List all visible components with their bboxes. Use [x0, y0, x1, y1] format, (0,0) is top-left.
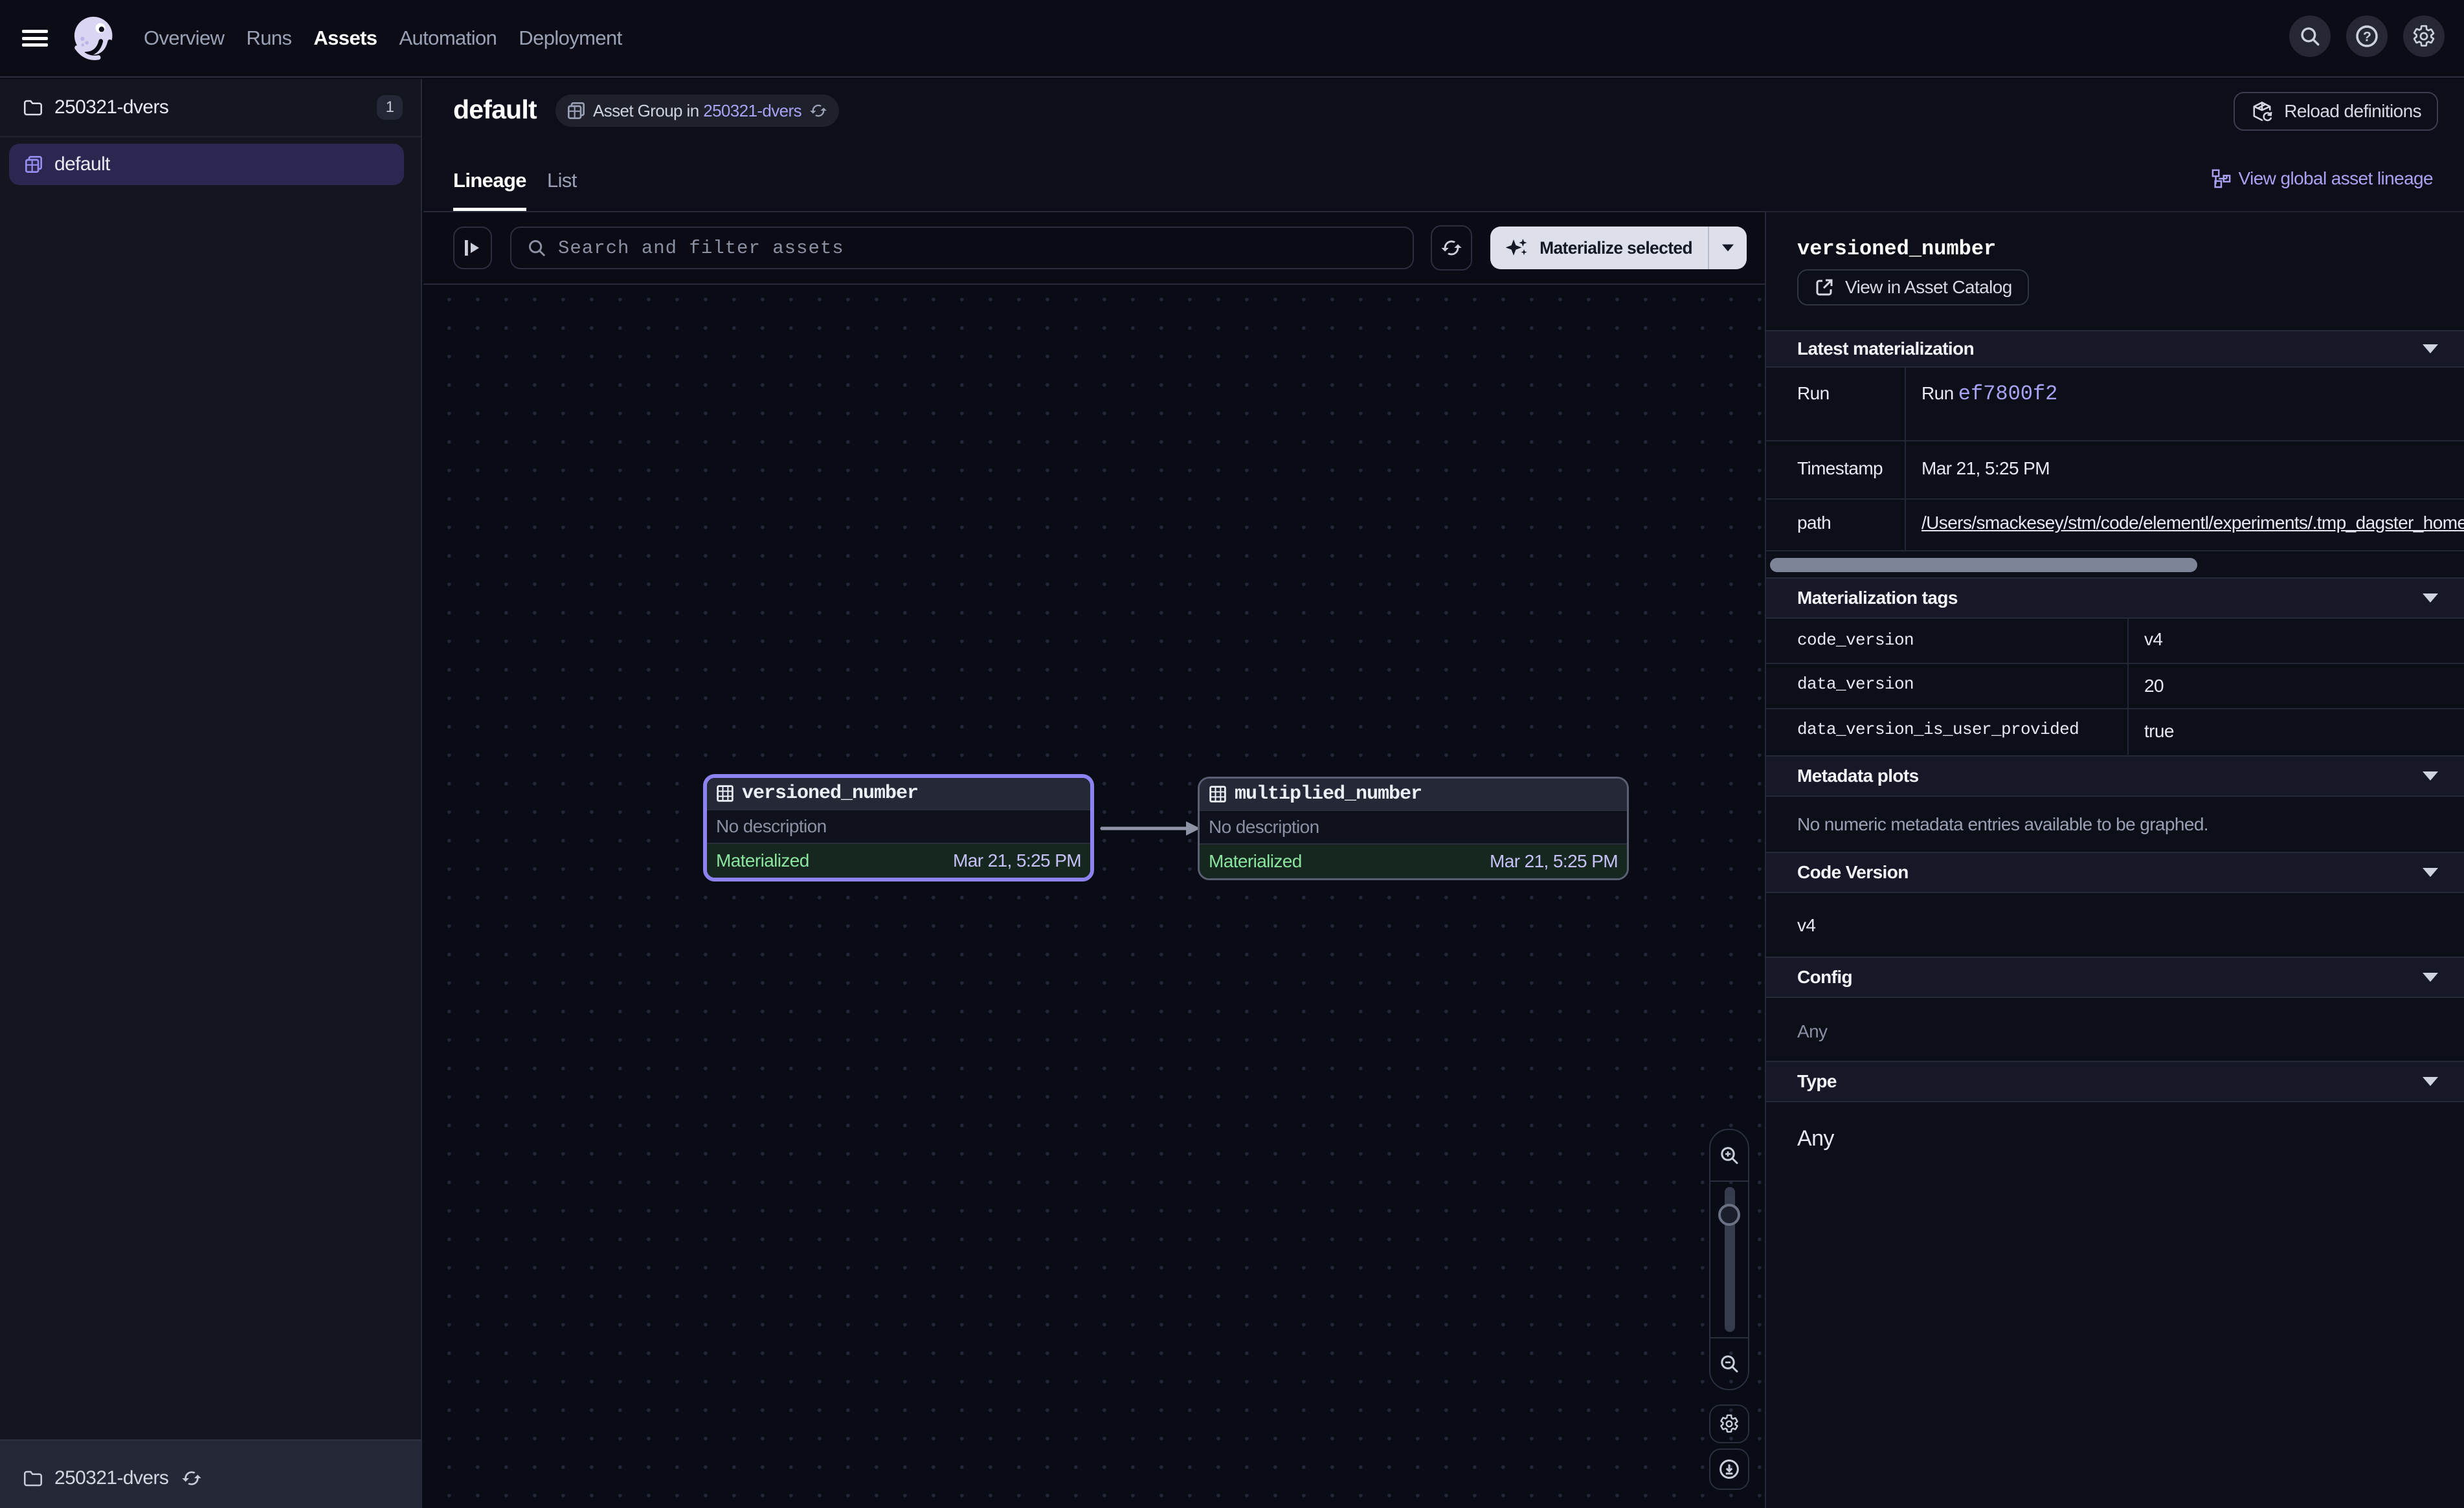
svg-text:?: ? [2363, 29, 2371, 45]
